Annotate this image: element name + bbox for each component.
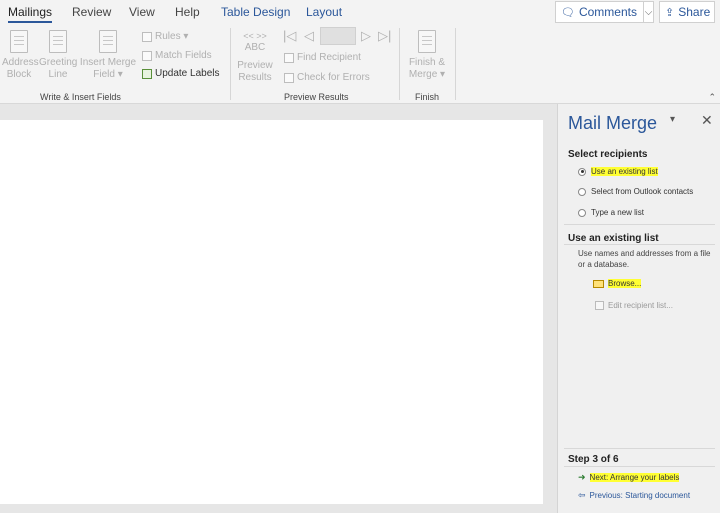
insert-merge-field-button[interactable]: Insert Merge Field ▾ (79, 30, 137, 81)
tab-view[interactable]: View (129, 5, 155, 19)
radio-use-existing-label: Use an existing list (591, 167, 658, 176)
finish-merge-button[interactable]: Finish & Merge ▾ (406, 30, 448, 81)
radio-type-new-list[interactable]: Type a new list (578, 208, 644, 217)
check-errors-icon (284, 72, 294, 83)
find-recipient-icon (284, 52, 294, 63)
find-recipient-button[interactable]: Find Recipient (284, 52, 361, 63)
group-separator (399, 28, 400, 100)
comments-label: Comments (578, 5, 637, 19)
find-recipient-label: Find Recipient (297, 52, 361, 63)
previous-step-link[interactable]: ⇦ Previous: Starting document (578, 490, 690, 501)
existing-list-heading: Use an existing list (568, 233, 659, 244)
share-button[interactable]: ⇪ Share (659, 1, 715, 23)
chevron-down-icon[interactable]: ⌵ (642, 2, 653, 22)
radio-outlook-contacts[interactable]: Select from Outlook contacts (578, 187, 693, 196)
browse-label: Browse... (608, 279, 642, 288)
write-insert-group-label: Write & Insert Fields (40, 92, 121, 102)
next-step-label: Next: Arrange your labels (589, 473, 680, 482)
finish-merge-label-1: Finish & (408, 57, 446, 68)
greeting-line-label-1: Greeting (39, 57, 78, 68)
arrow-left-icon: ⇦ (578, 490, 586, 500)
radio-selected-icon (578, 167, 586, 176)
preview-results-button[interactable]: << >> ABC Preview Results (234, 30, 276, 84)
insert-merge-field-label-2: Field ▾ (93, 69, 123, 80)
edit-recipient-list-label: Edit recipient list... (608, 301, 673, 310)
finish-group-label: Finish (415, 92, 440, 102)
greeting-line-button[interactable]: Greeting Line (39, 30, 77, 81)
previous-step-label: Previous: Starting document (589, 491, 691, 500)
document-page[interactable] (0, 120, 543, 504)
browse-link[interactable]: Browse... (593, 279, 642, 288)
comments-button[interactable]: 🗨 Comments ⌵ (555, 1, 654, 23)
first-record-icon[interactable]: |◁ (283, 28, 296, 44)
rules-icon (142, 31, 152, 42)
select-recipients-heading: Select recipients (568, 149, 648, 160)
insert-merge-field-icon (99, 30, 117, 53)
finish-merge-label-2: Merge ▾ (408, 69, 446, 80)
next-step-link[interactable]: ➜ Next: Arrange your labels (578, 472, 680, 483)
radio-outlook-label: Select from Outlook contacts (591, 187, 694, 196)
check-for-errors-label: Check for Errors (297, 72, 370, 83)
update-labels-icon (142, 68, 152, 79)
finish-merge-icon (418, 30, 436, 53)
pane-options-icon[interactable]: ▾ (670, 114, 675, 125)
insert-merge-field-label-1: Insert Merge (79, 57, 137, 68)
pane-title: Mail Merge (568, 113, 658, 133)
address-block-label-1: Address (2, 57, 39, 68)
next-record-icon[interactable]: ▷ (361, 28, 371, 44)
ribbon: Mailings Review View Help Table Design L… (0, 0, 720, 104)
check-for-errors-button[interactable]: Check for Errors (284, 72, 370, 83)
divider (564, 244, 715, 245)
abc-icon: ABC (244, 42, 266, 53)
radio-unselected-icon (578, 187, 586, 196)
edit-recipient-list-link[interactable]: Edit recipient list... (595, 301, 673, 310)
collapse-ribbon-icon[interactable]: ⌃ (708, 92, 716, 103)
radio-new-list-label: Type a new list (591, 208, 644, 217)
address-block-button[interactable]: Address Block (2, 30, 39, 81)
tab-review[interactable]: Review (72, 5, 111, 19)
group-separator (455, 28, 456, 100)
tab-table-design[interactable]: Table Design (221, 5, 290, 19)
tab-layout[interactable]: Layout (306, 5, 342, 19)
match-fields-label: Match Fields (155, 50, 212, 61)
share-label: Share (678, 5, 711, 19)
edit-icon (595, 301, 604, 310)
tab-help[interactable]: Help (175, 5, 200, 19)
record-number-input[interactable] (320, 27, 356, 45)
preview-chevrons-icon: << >> (243, 31, 267, 41)
preview-results-label-1: Preview (237, 60, 273, 71)
radio-unselected-icon (578, 208, 586, 217)
greeting-line-label-2: Line (48, 69, 68, 80)
arrow-right-icon: ➜ (578, 472, 586, 482)
share-icon: ⇪ (665, 6, 675, 19)
rules-button[interactable]: Rules ▾ (142, 31, 188, 42)
divider (564, 224, 715, 225)
ribbon-tabs: Mailings Review View Help Table Design L… (0, 0, 720, 24)
tab-mailings[interactable]: Mailings (8, 5, 53, 23)
update-labels-button[interactable]: Update Labels (142, 68, 220, 79)
rules-label: Rules ▾ (155, 31, 189, 42)
comment-icon: 🗨 (561, 6, 575, 19)
address-block-icon (10, 30, 28, 53)
mail-merge-pane: Mail Merge ▾ ✕ Select recipients Use an … (557, 104, 720, 513)
step-indicator: Step 3 of 6 (568, 454, 619, 465)
close-icon[interactable]: ✕ (701, 112, 713, 129)
match-fields-button[interactable]: Match Fields (142, 50, 212, 61)
previous-record-icon[interactable]: ◁ (304, 28, 314, 44)
match-fields-icon (142, 50, 152, 61)
folder-icon (593, 279, 604, 288)
greeting-line-icon (49, 30, 67, 53)
divider (564, 466, 715, 467)
existing-list-description: Use names and addresses from a file or a… (578, 249, 711, 269)
divider (564, 448, 715, 449)
address-block-label-2: Block (6, 69, 32, 80)
group-separator (230, 28, 231, 100)
preview-results-group-label: Preview Results (284, 92, 349, 102)
preview-results-label-2: Results (238, 72, 272, 83)
last-record-icon[interactable]: ▷| (378, 28, 391, 44)
radio-use-existing-list[interactable]: Use an existing list (578, 167, 658, 176)
update-labels-label: Update Labels (155, 68, 220, 79)
document-area (0, 104, 557, 513)
